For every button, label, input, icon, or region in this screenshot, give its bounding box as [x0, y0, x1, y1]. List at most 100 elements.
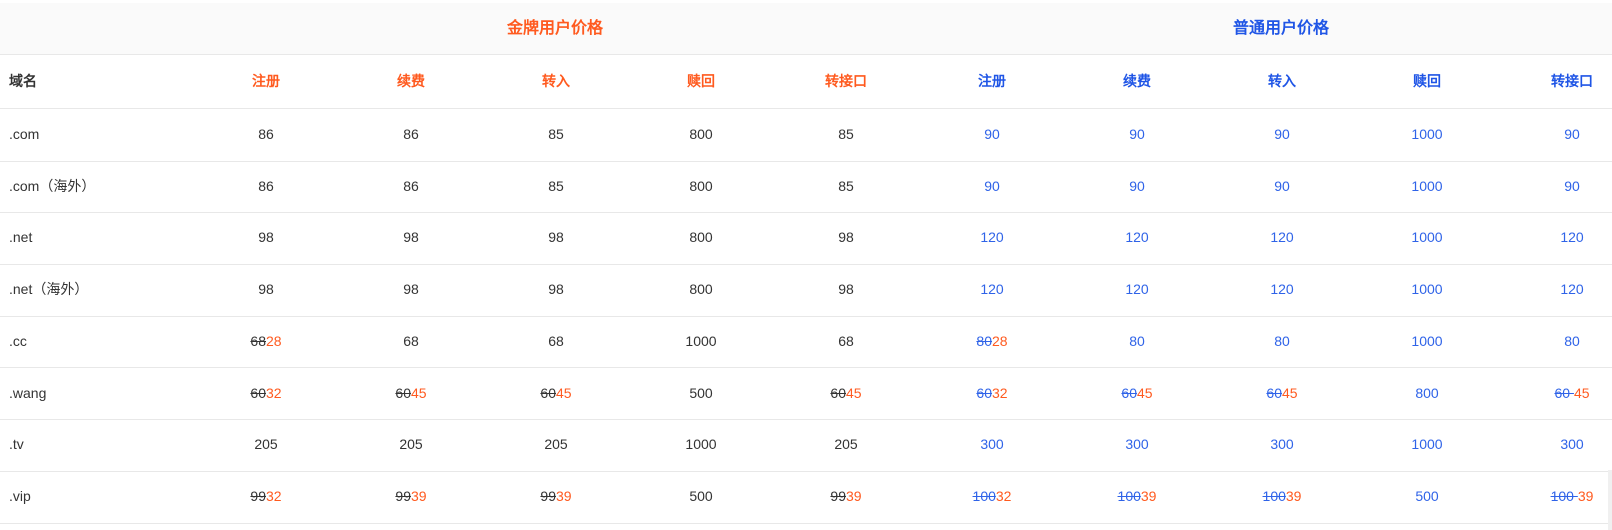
price-value: 120 [1125, 281, 1149, 298]
normal-price-cell: 1000 [1387, 109, 1467, 161]
scrollbar-edge[interactable] [1608, 470, 1612, 530]
price-value: 90 [1129, 177, 1145, 194]
discount-price: 39 [411, 487, 427, 504]
normal-price-cell: 90 [1242, 161, 1322, 213]
gold-price-cell: 800 [661, 212, 741, 264]
normal-price-cell: 500 [1387, 471, 1467, 523]
price-value: 90 [1129, 126, 1145, 142]
discount-price: 45 [1137, 384, 1153, 401]
price-value: 68 [403, 332, 419, 349]
discount-price: 32 [266, 487, 282, 504]
column-header-row: 域名 注册 续费 转入 赎回 转接口 注册 续费 转入 赎回 转接口 [0, 55, 1612, 109]
domain-column-header: 域名 [9, 73, 37, 89]
price-value: 205 [399, 436, 423, 453]
price-value: 300 [1125, 436, 1149, 453]
price-value: 1000 [1411, 281, 1443, 298]
original-price: 60 [1554, 384, 1574, 401]
price-value: 120 [1560, 229, 1584, 246]
normal-renew-header: 续费 [1123, 73, 1151, 89]
price-value: 98 [838, 229, 854, 246]
price-value: 120 [1270, 281, 1294, 298]
gold-transfer-in-header: 转入 [542, 73, 570, 89]
price-value: 120 [980, 229, 1004, 246]
gold-price-cell: 6032 [226, 368, 306, 420]
original-price: 99 [540, 487, 556, 504]
discount-price: 45 [556, 384, 572, 401]
domain-price-table: 金牌用户价格 普通用户价格 域名 注册 续费 转入 赎回 转接口 注册 续费 转… [0, 0, 1612, 530]
gold-price-cell: 9939 [371, 471, 451, 523]
normal-price-cell: 1000 [1387, 316, 1467, 368]
normal-price-cell: 300 [1242, 419, 1322, 471]
discount-price: 32 [266, 384, 282, 401]
normal-user-price-title: 普通用户价格 [1232, 20, 1329, 37]
normal-price-cell: 80 [1242, 316, 1322, 368]
price-value: 500 [689, 384, 713, 401]
gold-price-cell: 1000 [661, 316, 741, 368]
price-value: 85 [838, 126, 854, 142]
normal-price-cell: 6045 [1097, 368, 1177, 420]
normal-price-cell: 8028 [952, 316, 1032, 368]
normal-price-cell: 800 [1387, 368, 1467, 420]
gold-price-cell: 205 [371, 419, 451, 471]
gold-price-cell: 85 [806, 161, 886, 213]
price-value: 300 [1270, 436, 1294, 453]
price-value: 90 [984, 177, 1000, 194]
gold-price-cell: 86 [371, 161, 451, 213]
price-value: 86 [403, 126, 419, 142]
price-value: 98 [258, 281, 274, 298]
price-value: 1000 [685, 436, 717, 453]
price-value: 90 [1274, 177, 1290, 194]
original-price: 100 [1550, 487, 1578, 504]
table-row: .net 98 98 98 800 98 120 120 120 1000 120 [0, 212, 1612, 266]
gold-price-cell: 98 [516, 212, 596, 264]
discount-price: 28 [266, 332, 282, 349]
price-value: 90 [984, 126, 1000, 142]
gold-price-cell: 9932 [226, 471, 306, 523]
gold-price-cell: 205 [516, 419, 596, 471]
gold-price-cell: 1000 [661, 419, 741, 471]
normal-price-cell: 1000 [1387, 419, 1467, 471]
price-group-header: 金牌用户价格 普通用户价格 [0, 3, 1612, 55]
domain-name-cell: .net [9, 229, 33, 246]
gold-price-cell: 85 [516, 161, 596, 213]
normal-transfer-in-header: 转入 [1268, 73, 1296, 89]
original-price: 68 [250, 332, 266, 349]
gold-price-cell: 86 [226, 109, 306, 161]
price-value: 98 [258, 229, 274, 246]
gold-price-cell: 98 [806, 212, 886, 264]
normal-price-cell: 120 [1242, 212, 1322, 264]
normal-price-cell: 300 [952, 419, 1032, 471]
table-row: .tv 205 205 205 1000 205 300 300 300 1000 300 [0, 419, 1612, 472]
normal-price-cell: 90 [952, 109, 1032, 161]
original-price: 60 [830, 384, 846, 401]
original-price: 80 [976, 332, 992, 349]
gold-redeem-header: 赎回 [687, 73, 715, 89]
gold-register-header: 注册 [252, 73, 280, 89]
domain-name-cell: .wang [9, 384, 47, 401]
price-value: 300 [1560, 436, 1584, 453]
price-value: 800 [1415, 384, 1439, 401]
normal-price-cell: 10039 [1097, 471, 1177, 523]
normal-price-cell: 1000 [1387, 161, 1467, 213]
price-value: 80 [1564, 332, 1580, 349]
normal-price-cell: 90 [1532, 161, 1612, 213]
normal-price-cell: 120 [952, 264, 1032, 316]
gold-price-cell: 9939 [516, 471, 596, 523]
normal-price-cell: 80 [1532, 316, 1612, 368]
price-value: 500 [1415, 487, 1439, 504]
price-value: 86 [258, 177, 274, 194]
price-value: 800 [689, 126, 713, 142]
gold-price-cell: 98 [226, 212, 306, 264]
original-price: 60 [1266, 384, 1282, 401]
price-value: 300 [980, 436, 1004, 453]
price-value: 800 [689, 281, 713, 298]
price-value: 86 [403, 177, 419, 194]
discount-price: 39 [1140, 487, 1157, 504]
discount-price: 45 [1573, 384, 1590, 401]
gold-price-cell: 98 [371, 264, 451, 316]
price-value: 68 [548, 332, 564, 349]
original-price: 60 [540, 384, 556, 401]
normal-price-cell: 6045 [1242, 368, 1322, 420]
original-price: 60 [1121, 384, 1137, 401]
gold-price-cell: 68 [516, 316, 596, 368]
